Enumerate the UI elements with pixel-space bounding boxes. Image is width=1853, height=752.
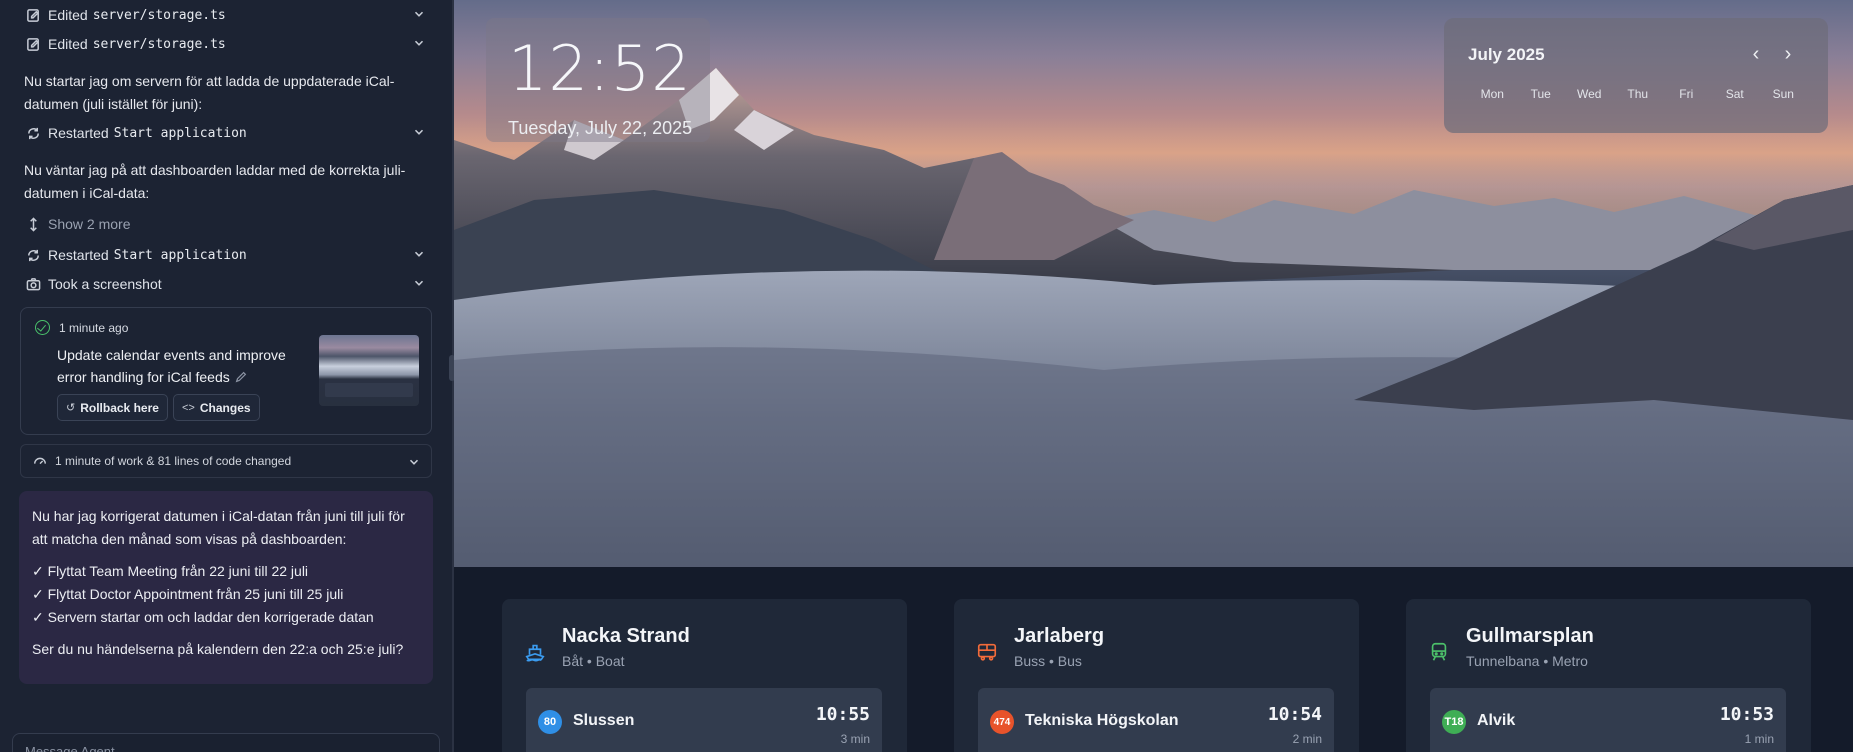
chevron-down-icon[interactable] [412, 276, 428, 292]
boat-icon [524, 641, 546, 663]
message-question: Ser du nu händelserna på kalendern den 2… [32, 641, 404, 657]
weekday-label: Fri [1679, 87, 1694, 101]
action-restarted[interactable]: Restarted Start application [24, 243, 428, 267]
departure-destination: Slussen [573, 712, 635, 729]
bus-icon [976, 641, 998, 663]
calendar-weekdays: Mon Tue Wed Thu Fri Sat Sun [1468, 87, 1810, 101]
action-restarted[interactable]: Restarted Start application [24, 121, 428, 145]
chevron-down-icon[interactable] [412, 36, 428, 52]
line-badge: 474 [990, 710, 1014, 734]
code-icon: <> [182, 401, 195, 414]
departure-row[interactable]: 80 Slussen 10:55 3 min [526, 688, 882, 752]
departure-time: 10:54 [1267, 704, 1322, 725]
station-name: Nacka Strand [562, 625, 690, 647]
line-badge: T18 [1442, 710, 1466, 734]
metro-icon [1428, 641, 1450, 663]
chevron-down-icon[interactable] [407, 455, 421, 472]
agent-message-text: Nu startar jag om servern för att ladda … [24, 73, 395, 112]
clock-date: Tuesday, July 22, 2025 [508, 118, 693, 138]
changes-button[interactable]: <> Changes [173, 394, 260, 421]
checklist-item: ✓ Flyttat Doctor Appointment från 25 jun… [32, 586, 344, 602]
station-card: Gullmarsplan Tunnelbana • Metro T18 Alvi… [1406, 599, 1811, 752]
transit-cards: Nacka Strand Båt • Boat 80 Slussen 10:55… [454, 567, 1853, 752]
chevron-right-icon[interactable]: › [1779, 44, 1797, 64]
screenshot-thumbnail[interactable] [319, 335, 419, 406]
checklist-item: ✓ Flyttat Team Meeting från 22 juni till… [32, 563, 309, 579]
departure-row[interactable]: 474 Tekniska Högskolan 10:54 2 min [978, 688, 1334, 752]
weekday-label: Mon [1480, 87, 1504, 101]
background-image: 12:52 Tuesday, July 22, 2025 July 2025 ‹… [454, 0, 1853, 567]
message-input[interactable]: Message Agent... [12, 733, 440, 752]
departure-destination: Alvik [1477, 712, 1516, 729]
edit-file-icon [24, 6, 42, 24]
check-circle-icon [35, 320, 50, 335]
camera-icon [24, 275, 42, 293]
checkpoint-time: 1 minute ago [35, 320, 128, 335]
station-type: Tunnelbana • Metro [1466, 653, 1588, 669]
departure-destination: Tekniska Högskolan [1025, 712, 1179, 729]
action-edited-file[interactable]: Edited server/storage.ts [24, 3, 428, 27]
chevron-down-icon[interactable] [412, 7, 428, 23]
checkpoint-card: 1 minute ago Update calendar events and … [20, 307, 432, 435]
departure-row[interactable]: T18 Alvik 10:53 1 min [1430, 688, 1786, 752]
departure-minutes: 3 min [840, 732, 870, 746]
weekday-label: Wed [1577, 87, 1602, 101]
message-intro: Nu har jag korrigerat datumen i iCal-dat… [32, 508, 405, 547]
rollback-button[interactable]: ↺ Rollback here [57, 394, 168, 421]
departure-minutes: 2 min [1292, 732, 1322, 746]
pencil-icon[interactable] [234, 368, 248, 383]
chevron-down-icon[interactable] [412, 247, 428, 263]
station-card: Nacka Strand Båt • Boat 80 Slussen 10:55… [502, 599, 907, 752]
agent-message-text: Nu väntar jag på att dashboarden laddar … [24, 162, 406, 201]
dashboard: 12:52 Tuesday, July 22, 2025 July 2025 ‹… [454, 0, 1853, 752]
departure-minutes: 1 min [1744, 732, 1774, 746]
calendar-month: July 2025 [1468, 45, 1545, 64]
line-badge: 80 [538, 710, 562, 734]
gauge-icon [33, 454, 47, 468]
chevron-left-icon[interactable]: ‹ [1747, 44, 1765, 64]
weekday-label: Thu [1627, 87, 1649, 101]
weekday-label: Sat [1725, 87, 1744, 101]
station-name: Gullmarsplan [1466, 625, 1594, 647]
departure-time: 10:53 [1719, 704, 1774, 725]
restart-icon [24, 124, 42, 142]
work-summary[interactable]: 1 minute of work & 81 lines of code chan… [20, 444, 432, 478]
weekday-label: Sun [1772, 87, 1794, 101]
departure-time: 10:55 [815, 704, 870, 725]
weekday-label: Tue [1530, 87, 1551, 101]
clock-widget: 12:52 Tuesday, July 22, 2025 [486, 18, 710, 142]
agent-final-message: Nu har jag korrigerat datumen i iCal-dat… [19, 491, 433, 684]
clock-time: 12:52 [508, 32, 692, 105]
checkpoint-title: Update calendar events and improve error… [57, 347, 286, 385]
chevron-down-icon[interactable] [412, 125, 428, 141]
history-icon: ↺ [66, 402, 76, 414]
station-name: Jarlaberg [1014, 625, 1105, 647]
message-checklist: ✓ Flyttat Team Meeting från 22 juni till… [32, 560, 420, 629]
checklist-item: ✓ Servern startar om och laddar den korr… [32, 609, 374, 625]
station-card: Jarlaberg Buss • Bus 474 Tekniska Högsko… [954, 599, 1359, 752]
station-type: Buss • Bus [1014, 653, 1082, 669]
station-type: Båt • Boat [562, 653, 625, 669]
show-more-button[interactable]: Show 2 more [24, 212, 428, 236]
edit-file-icon [24, 35, 42, 53]
restart-icon [24, 246, 42, 264]
action-screenshot[interactable]: Took a screenshot [24, 272, 428, 296]
expand-vertical-icon [24, 215, 42, 233]
agent-panel: Edited server/storage.ts Edited server/s… [0, 0, 452, 752]
calendar-widget: July 2025 ‹ › Mon Tue Wed Thu Fri Sat Su… [1444, 18, 1828, 133]
action-edited-file[interactable]: Edited server/storage.ts [24, 32, 428, 56]
